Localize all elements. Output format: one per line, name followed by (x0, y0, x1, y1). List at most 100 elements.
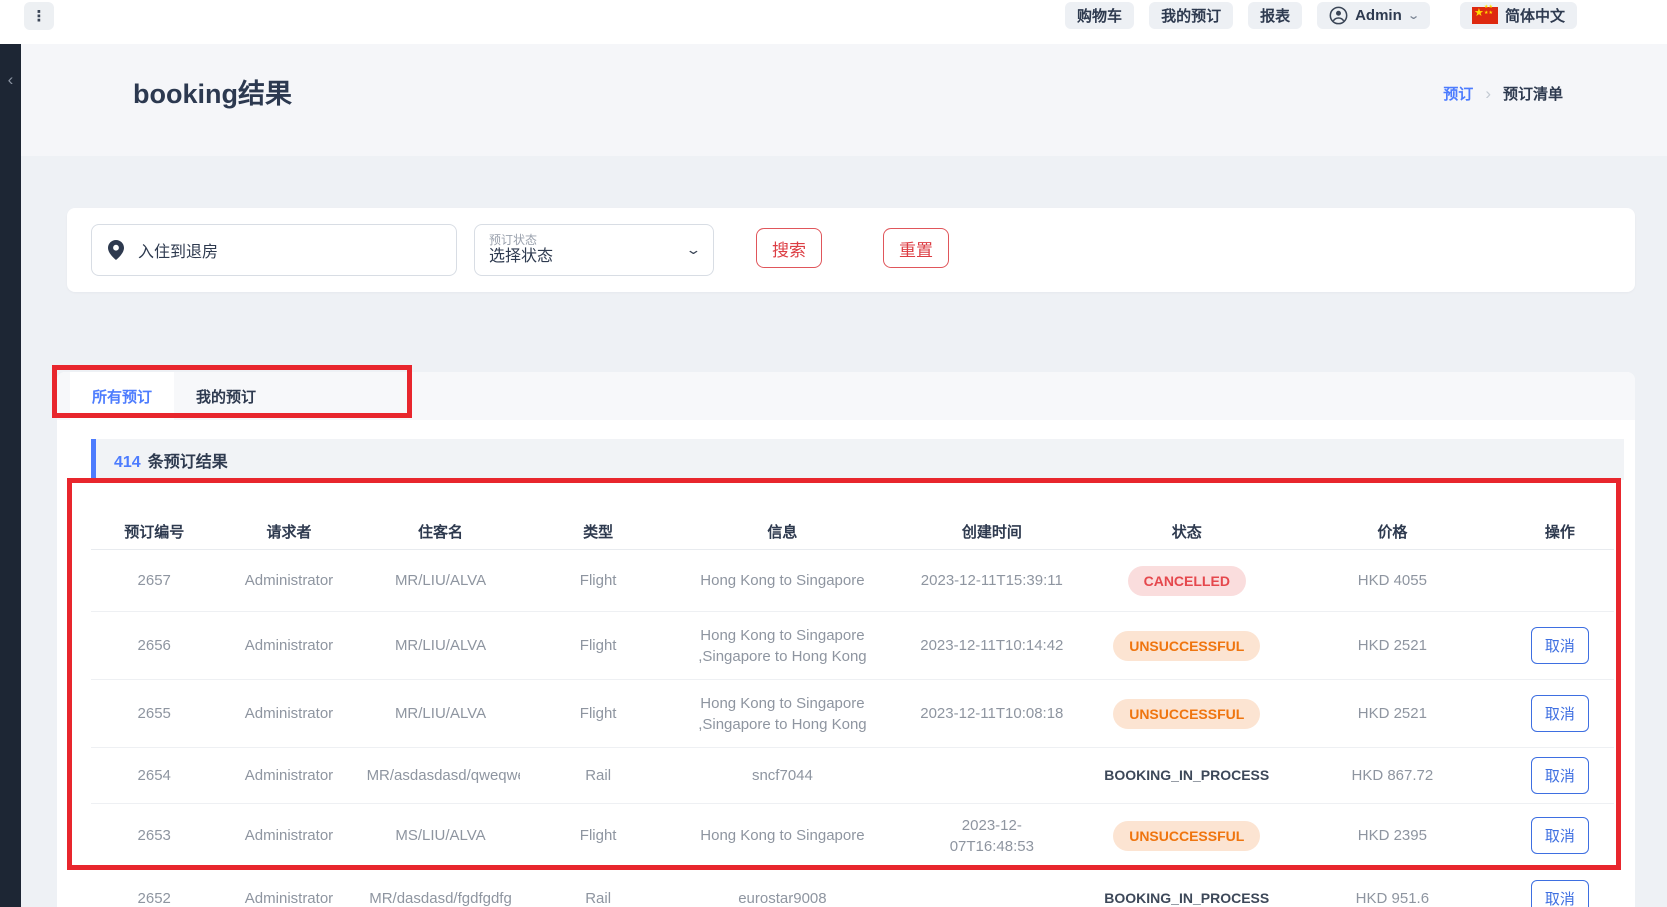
cell-booking-id: 2652 (91, 890, 217, 907)
cell-type: Rail (520, 767, 675, 784)
status-badge: CANCELLED (1128, 566, 1246, 596)
cancel-button[interactable]: 取消 (1531, 817, 1589, 854)
cancel-button[interactable]: 取消 (1531, 695, 1589, 732)
cell-action: 取消 (1506, 695, 1614, 732)
column-header: 信息 (676, 521, 889, 542)
results-summary: 414条预订结果 (91, 439, 1624, 480)
page-header: booking结果 预订 › 预订清单 (21, 44, 1667, 156)
cell-requester: Administrator (217, 637, 360, 654)
cell-price: HKD 951.6 (1279, 890, 1506, 907)
tab-all-bookings[interactable]: 所有预订 (70, 372, 174, 420)
cell-requester: Administrator (217, 827, 360, 844)
column-header: 创建时间 (889, 521, 1095, 542)
china-flag-icon: ★★★★★ (1472, 7, 1498, 24)
cell-created-time: 2023-12-11T15:39:11 (889, 572, 1095, 589)
cell-type: Flight (520, 572, 675, 589)
status-badge: UNSUCCESSFUL (1113, 699, 1260, 729)
nav-item-label: 购物车 (1077, 5, 1122, 26)
top-bar: ⋮ 购物车 我的预订报表 Admin⌄ ★★★★★简体中文 (0, 0, 1667, 44)
cell-guest-name: MR/dasdasd/fgdfgdfg (361, 890, 521, 907)
topbar-nav: 购物车 我的预订报表 Admin⌄ ★★★★★简体中文 (1065, 2, 1577, 29)
nav-item-my-bookings[interactable]: 我的预订 (1149, 2, 1233, 29)
nav-item-cart[interactable]: 购物车 (1065, 2, 1134, 29)
cell-status: BOOKING_IN_PROCESS (1095, 767, 1279, 784)
table-row-2655: 2655AdministratorMR/LIU/ALVAFlightHong K… (91, 680, 1614, 748)
bookings-table: 预订编号请求者住客名类型信息创建时间状态价格操作 2657Administrat… (91, 514, 1614, 907)
cell-action: 取消 (1506, 627, 1614, 664)
page-title: booking结果 (133, 72, 292, 111)
column-header: 预订编号 (91, 521, 217, 542)
cell-booking-id: 2656 (91, 637, 217, 654)
cancel-button[interactable]: 取消 (1531, 880, 1589, 907)
cell-status: UNSUCCESSFUL (1095, 821, 1279, 851)
table-row-2656: 2656AdministratorMR/LIU/ALVAFlightHong K… (91, 612, 1614, 680)
results-text: 414条预订结果 (114, 448, 228, 472)
column-header: 住客名 (361, 521, 521, 542)
cell-booking-id: 2653 (91, 827, 217, 844)
status-select-label: 预订状态 (489, 234, 553, 248)
cell-status: CANCELLED (1095, 566, 1279, 596)
nav-item-reports[interactable]: 报表 (1248, 2, 1302, 29)
info-text: Hong Kong to Singapore (700, 827, 864, 844)
cancel-button[interactable]: 取消 (1531, 627, 1589, 664)
column-header: 类型 (520, 521, 675, 542)
info-text: Hong Kong to Singapore ,Singapore to Hon… (698, 695, 866, 733)
column-header: 操作 (1506, 521, 1614, 542)
cell-created-time: 2023-12-07T16:48:53 (889, 815, 1095, 857)
cell-guest-name: MR/LIU/ALVA (361, 637, 521, 654)
info-text: sncf7044 (752, 767, 813, 784)
tab-strip: 所有预订我的预订 (57, 372, 1635, 420)
chevron-left-icon[interactable]: ‹ (0, 70, 21, 90)
cell-action: 取消 (1506, 757, 1614, 794)
cancel-button[interactable]: 取消 (1531, 757, 1589, 794)
nav-item-language[interactable]: ★★★★★简体中文 (1460, 2, 1577, 29)
cell-price: HKD 2521 (1279, 637, 1506, 654)
column-header: 请求者 (217, 521, 360, 542)
results-accent-bar (91, 439, 96, 480)
breadcrumb-link[interactable]: 预订 (1443, 83, 1473, 104)
booking-status-select[interactable]: 预订状态 选择状态 ⌄ (474, 224, 714, 276)
chevron-down-icon: ⌄ (685, 242, 701, 258)
nav-item-admin-menu[interactable]: Admin⌄ (1317, 2, 1430, 29)
cell-guest-name: MS/LIU/ALVA (361, 827, 521, 844)
column-header: 价格 (1279, 521, 1506, 542)
cell-status: UNSUCCESSFUL (1095, 699, 1279, 729)
created-time-text: 2023-12-11T15:39:11 (921, 572, 1063, 589)
location-pin-icon (108, 240, 124, 260)
created-time-text: 2023-12-11T10:14:42 (920, 637, 1063, 654)
vertical-ellipsis-icon[interactable]: ⋮ (24, 2, 54, 30)
nav-item-label: Admin (1355, 7, 1402, 24)
cell-requester: Administrator (217, 767, 360, 784)
cell-status: UNSUCCESSFUL (1095, 631, 1279, 661)
cell-info: Hong Kong to Singapore ,Singapore to Hon… (676, 693, 889, 735)
cell-action: 取消 (1506, 817, 1614, 854)
cell-info: Hong Kong to Singapore (676, 825, 889, 846)
table-body: 2657AdministratorMR/LIU/ALVAFlightHong K… (91, 550, 1614, 907)
cell-created-time: 2023-12-11T10:08:18 (889, 705, 1095, 722)
cell-price: HKD 2521 (1279, 705, 1506, 722)
search-button[interactable]: 搜索 (756, 228, 822, 268)
created-time-text: 2023-12-11T10:08:18 (920, 705, 1063, 722)
cell-price: HKD 867.72 (1279, 767, 1506, 784)
sidebar-rail: ‹ (0, 44, 21, 907)
cell-requester: Administrator (217, 890, 360, 907)
cell-requester: Administrator (217, 705, 360, 722)
status-badge: UNSUCCESSFUL (1113, 631, 1260, 661)
info-text: Hong Kong to Singapore (700, 572, 864, 589)
cell-price: HKD 4055 (1279, 572, 1506, 589)
status-select-value: 选择状态 (489, 248, 553, 266)
cell-price: HKD 2395 (1279, 827, 1506, 844)
breadcrumb: 预订 › 预订清单 (1443, 83, 1563, 104)
cell-info: sncf7044 (676, 765, 889, 786)
date-range-input[interactable]: 入住到退房 (91, 224, 457, 276)
cell-info: eurostar9008 (676, 888, 889, 907)
reset-button[interactable]: 重置 (883, 228, 949, 268)
created-time-text: 2023-12-07T16:48:53 (946, 815, 1038, 857)
table-row-2652: 2652AdministratorMR/dasdasd/fgdfgdfgRail… (91, 868, 1614, 907)
tab-my-bookings[interactable]: 我的预订 (174, 372, 278, 420)
table-row-2653: 2653AdministratorMS/LIU/ALVAFlightHong K… (91, 804, 1614, 868)
table-row-2657: 2657AdministratorMR/LIU/ALVAFlightHong K… (91, 550, 1614, 612)
user-avatar-icon (1329, 6, 1348, 25)
cell-info: Hong Kong to Singapore (676, 570, 889, 591)
status-badge: BOOKING_IN_PROCESS (1104, 890, 1269, 906)
